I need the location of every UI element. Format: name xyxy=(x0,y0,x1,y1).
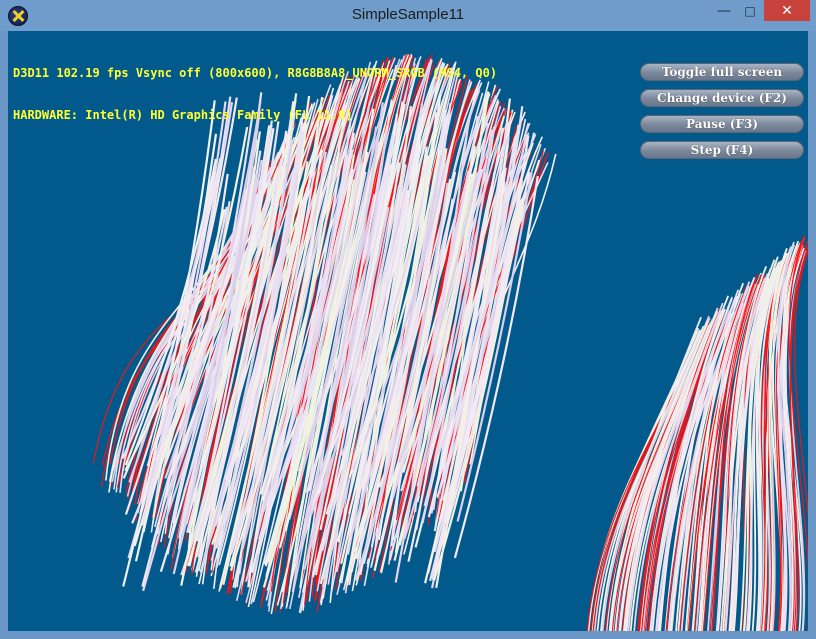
close-button[interactable]: ✕ xyxy=(764,0,810,21)
toggle-fullscreen-button[interactable]: Toggle full screen xyxy=(640,63,804,81)
title-bar[interactable]: SimpleSample11 — □ ✕ xyxy=(0,0,816,31)
maximize-button[interactable]: □ xyxy=(737,0,763,22)
render-viewport[interactable]: D3D11 102.19 fps Vsync off (800x600), R8… xyxy=(8,31,808,631)
stats-overlay: D3D11 102.19 fps Vsync off (800x600), R8… xyxy=(13,38,497,150)
window-title: SimpleSample11 xyxy=(351,6,465,23)
pause-button[interactable]: Pause (F3) xyxy=(640,115,804,133)
step-button[interactable]: Step (F4) xyxy=(640,141,804,159)
minimize-button[interactable]: — xyxy=(711,0,737,22)
app-window: SimpleSample11 — □ ✕ D3D11 102.19 fps Vs… xyxy=(0,0,816,639)
stats-line-hardware: HARDWARE: Intel(R) HD Graphics Family (F… xyxy=(13,108,353,122)
change-device-button[interactable]: Change device (F2) xyxy=(640,89,804,107)
stats-line-device: D3D11 102.19 fps Vsync off (800x600), R8… xyxy=(13,66,498,80)
